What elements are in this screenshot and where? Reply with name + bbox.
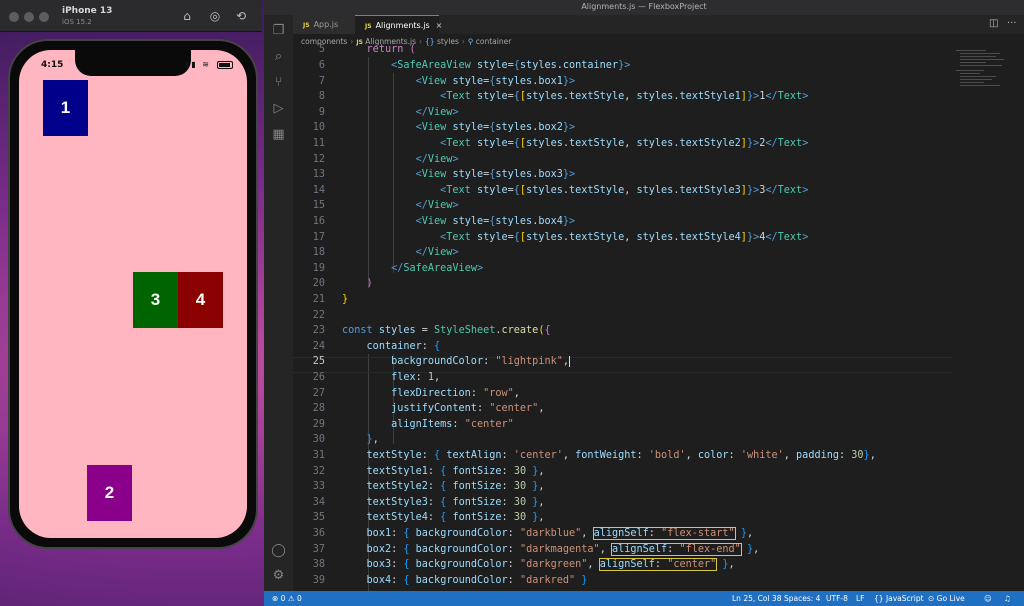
code-line: 18 </View>	[312, 247, 459, 258]
signal-wifi-icon: ▮▮ ≋	[184, 60, 211, 69]
code-line: 27 flexDirection: "row",	[312, 388, 520, 399]
language-mode[interactable]: {} JavaScript	[874, 591, 924, 606]
eol-setting[interactable]: LF	[856, 591, 865, 606]
problems-indicator[interactable]: ⊗ 0 ⚠ 0	[272, 591, 302, 606]
status-time: 4:15	[41, 60, 64, 70]
code-line: 13 <View style={styles.box3}>	[312, 169, 576, 180]
vscode-titlebar: Alignments.js — FlexboxProject	[264, 0, 1024, 15]
code-line: 37 box2: { backgroundColor: "darkmagenta…	[312, 543, 760, 556]
code-editor[interactable]: 5 return ( 6 <SafeAreaView style={styles…	[293, 44, 1024, 594]
code-line: 6 <SafeAreaView style={styles.container}…	[318, 60, 631, 71]
js-file-icon: JS	[303, 22, 310, 29]
code-line: 34 textStyle3: { fontSize: 30 },	[312, 497, 545, 508]
code-line: 15 </View>	[312, 200, 459, 211]
box-3-label: 3	[150, 290, 161, 309]
simulator-titlebar: iPhone 13 iOS 15.2 ⌂ ◎ ⟲	[0, 0, 262, 32]
code-line: 19 </SafeAreaView>	[312, 263, 484, 274]
code-line: 8 <Text style={[styles.textStyle, styles…	[318, 91, 809, 102]
go-live-label: Go Live	[936, 594, 965, 603]
code-line: 29 alignItems: "center"	[312, 419, 514, 430]
code-line: 23 const styles = StyleSheet.create({	[312, 325, 551, 336]
minimap[interactable]	[952, 48, 1012, 108]
home-icon[interactable]: ⌂	[180, 9, 194, 23]
account-icon[interactable]: ◯	[271, 543, 286, 558]
explorer-icon[interactable]: ❐	[271, 23, 286, 38]
more-actions-icon[interactable]: ···	[1007, 18, 1017, 29]
js-file-icon: JS	[365, 23, 372, 30]
close-tab-icon[interactable]: ×	[436, 21, 443, 30]
simulator-device-name: iPhone 13	[62, 6, 113, 16]
indentation-setting[interactable]: Spaces: 4	[784, 591, 820, 606]
code-line: 21}	[312, 294, 349, 305]
code-line: 24 container: {	[312, 341, 441, 352]
code-line: 31 textStyle: { textAlign: 'center', fon…	[312, 450, 876, 461]
encoding-setting[interactable]: UTF-8	[826, 591, 848, 606]
box-1: 1	[43, 80, 88, 136]
code-line: 32 textStyle1: { fontSize: 30 },	[312, 466, 545, 477]
screenshot-icon[interactable]: ◎	[208, 9, 222, 23]
tab-alignments-js[interactable]: JS Alignments.js ×	[355, 15, 442, 34]
box-1-label: 1	[60, 98, 71, 117]
code-line: 14 <Text style={[styles.textStyle, style…	[312, 185, 809, 196]
code-line: 30 },	[312, 434, 379, 445]
notifications-bell-icon[interactable]: ♫	[1004, 591, 1011, 606]
code-line: 39 box4: { backgroundColor: "darkred" }	[312, 575, 588, 586]
close-window-button[interactable]	[9, 12, 19, 22]
code-line: 25 backgroundColor: "lightpink",	[312, 356, 570, 367]
vscode-window: Alignments.js — FlexboxProject ❐ ⌕ ⑂ ▷ ▦…	[264, 0, 1024, 606]
box-2: 2	[87, 465, 132, 521]
feedback-icon[interactable]: ☺	[984, 591, 992, 606]
code-line: 20 )	[312, 278, 373, 289]
box-4: 4	[178, 272, 223, 328]
error-count: 0	[280, 594, 286, 603]
go-live-button[interactable]: ⊙ Go Live	[928, 591, 965, 606]
tab-label: App.js	[313, 20, 339, 29]
status-bar: ⊗ 0 ⚠ 0 Ln 25, Col 38 Spaces: 4 UTF-8 LF…	[264, 591, 1024, 606]
code-line: 5 return (	[318, 44, 416, 55]
source-control-icon[interactable]: ⑂	[271, 75, 286, 90]
search-icon[interactable]: ⌕	[271, 49, 286, 64]
tab-label: Alignments.js	[375, 21, 430, 30]
code-line: 36 box1: { backgroundColor: "darkblue", …	[312, 527, 754, 540]
language-label: JavaScript	[885, 594, 924, 603]
code-line: 28 justifyContent: "center",	[312, 403, 545, 414]
box-2-label: 2	[104, 483, 115, 502]
code-line: 35 textStyle4: { fontSize: 30 },	[312, 512, 545, 523]
code-line: 10 <View style={styles.box2}>	[312, 122, 576, 133]
code-line: 7 <View style={styles.box1}>	[318, 76, 576, 87]
run-debug-icon[interactable]: ▷	[271, 101, 286, 116]
window-title: Alignments.js — FlexboxProject	[581, 2, 707, 11]
extensions-icon[interactable]: ▦	[271, 127, 286, 142]
phone-notch	[75, 50, 191, 76]
warning-count: 0	[296, 594, 302, 603]
rotate-icon[interactable]: ⟲	[234, 9, 248, 23]
code-line: 17 <Text style={[styles.textStyle, style…	[312, 232, 809, 243]
code-line: 33 textStyle2: { fontSize: 30 },	[312, 481, 545, 492]
code-line: 38 box3: { backgroundColor: "darkgreen",…	[312, 558, 735, 571]
battery-icon	[217, 61, 233, 69]
activity-bar: ❐ ⌕ ⑂ ▷ ▦ ◯ ⚙	[264, 15, 293, 591]
code-line: 16 <View style={styles.box4}>	[312, 216, 576, 227]
box-3: 3	[133, 272, 178, 328]
code-line: 22	[312, 310, 325, 321]
code-line: 11 <Text style={[styles.textStyle, style…	[312, 138, 809, 149]
editor-tabs: JS App.js JS Alignments.js × ◫ ···	[293, 15, 1024, 34]
code-line: 12 </View>	[312, 154, 459, 165]
cursor-position[interactable]: Ln 25, Col 38	[732, 591, 781, 606]
iphone-frame: 4:15 ▮▮ ≋ 1 3 4 2	[8, 39, 258, 549]
code-line: 26 flex: 1,	[312, 372, 441, 383]
tab-app-js[interactable]: JS App.js	[293, 15, 355, 34]
app-screen: 4:15 ▮▮ ≋ 1 3 4 2	[19, 50, 247, 538]
simulator-os-version: iOS 15.2	[62, 18, 92, 26]
zoom-window-button[interactable]	[39, 12, 49, 22]
minimize-window-button[interactable]	[24, 12, 34, 22]
box-4-label: 4	[195, 290, 206, 309]
settings-gear-icon[interactable]: ⚙	[271, 568, 286, 583]
code-line: 9 </View>	[318, 107, 459, 118]
split-editor-icon[interactable]: ◫	[989, 18, 998, 29]
